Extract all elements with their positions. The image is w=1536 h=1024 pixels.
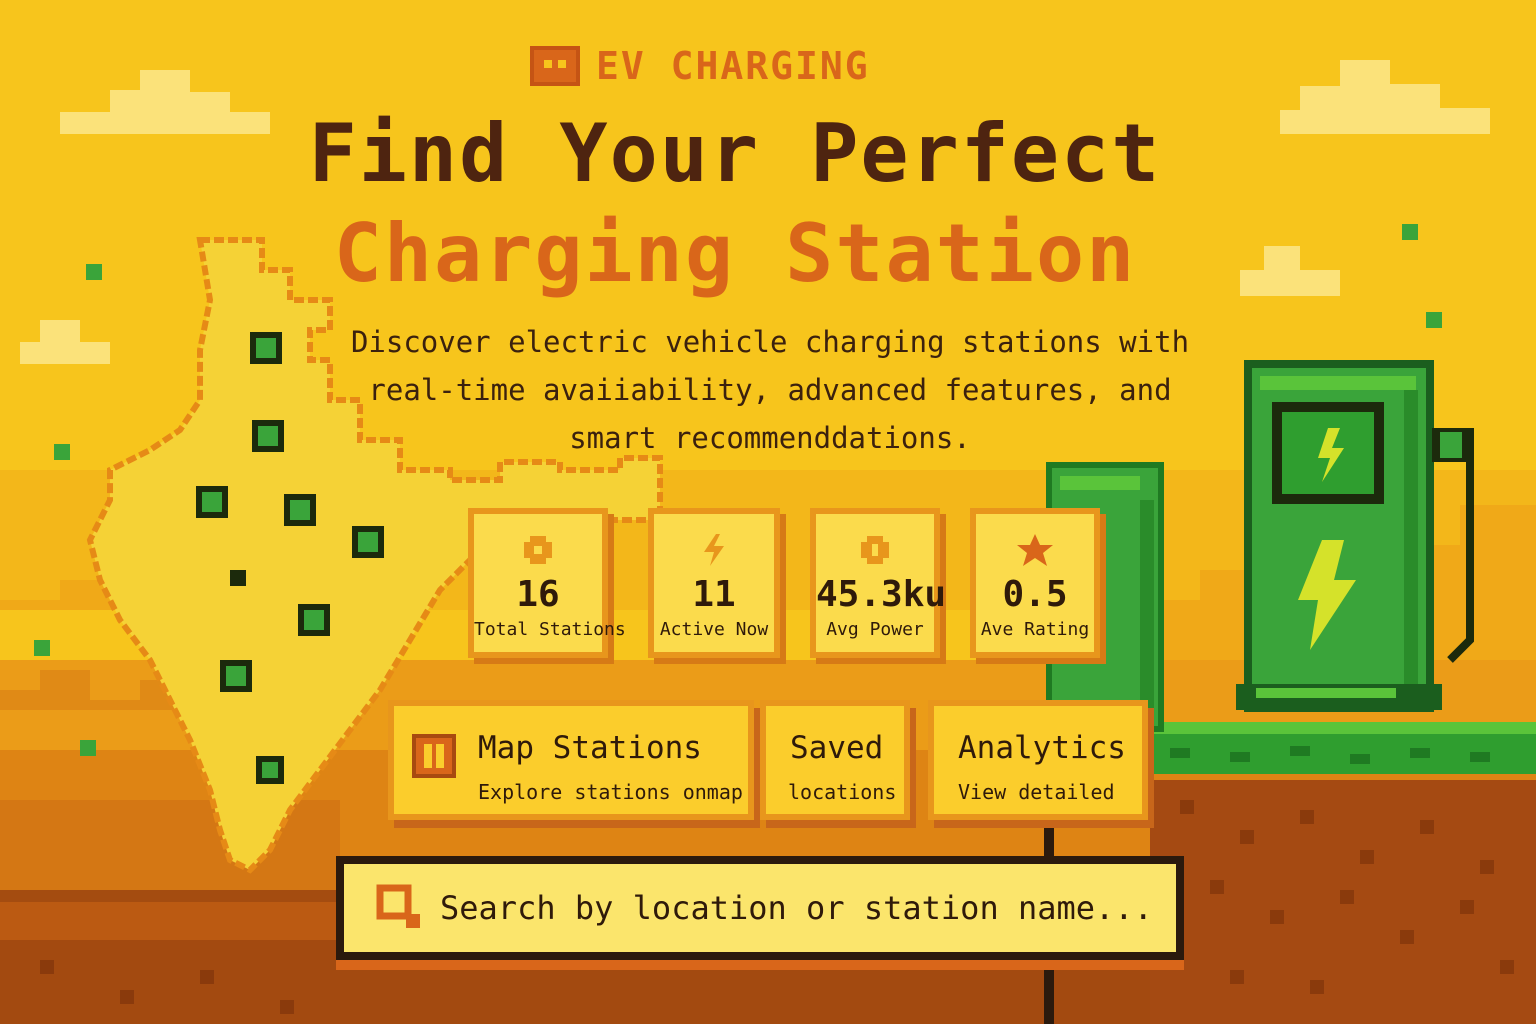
search-bar[interactable] <box>336 856 1184 960</box>
search-icon <box>376 884 420 928</box>
stat-card-total-stations: 16 Total Stations <box>468 508 626 658</box>
stat-value: 11 <box>692 574 736 615</box>
search-input[interactable] <box>440 878 1176 938</box>
feature-desc: locations <box>788 780 897 804</box>
robot-head-icon <box>530 46 580 86</box>
map-stations-button[interactable]: Map Stations Explore stations onmap <box>388 700 754 820</box>
feature-desc: View detailed <box>958 780 1115 804</box>
hero-subtitle: Discover electric vehicle charging stati… <box>350 325 1190 455</box>
feature-title: Map Stations <box>478 730 702 766</box>
stat-value: 16 <box>516 574 560 615</box>
stat-value: 0.5 <box>1002 574 1068 615</box>
page-title: Find Your Perfect <box>308 107 1162 200</box>
analytics-button[interactable]: Analytics View detailed <box>928 700 1148 820</box>
brand[interactable]: EV CHARGING <box>530 44 870 88</box>
stat-label: Avg Power <box>826 619 924 640</box>
stat-card-avg-power: 45.3ku Avg Power <box>810 508 947 658</box>
stat-label: Active Now <box>659 619 769 640</box>
stat-card-avg-rating: 0.5 Ave Rating <box>970 508 1100 658</box>
gear-icon <box>524 536 552 564</box>
stat-label: Total Stations <box>474 619 626 640</box>
star-icon <box>1017 534 1053 566</box>
power-icon <box>861 536 889 564</box>
stat-card-active-now: 11 Active Now <box>648 508 780 658</box>
map-icon <box>412 734 456 778</box>
feature-title: Analytics <box>958 730 1126 766</box>
brand-name: EV CHARGING <box>596 44 870 88</box>
feature-desc: Explore stations onmap <box>478 780 743 804</box>
stat-label: Ave Rating <box>980 619 1090 640</box>
page-title-accent: Charging Station <box>333 207 1137 300</box>
lightning-icon <box>704 534 724 566</box>
feature-title: Saved <box>790 730 884 766</box>
saved-locations-button[interactable]: Saved locations <box>760 700 910 820</box>
charging-station-icon <box>1236 360 1474 712</box>
stat-value: 45.3ku <box>816 574 947 615</box>
hero-scene: EV CHARGING Find Your Perfect Charging S… <box>0 0 1536 1024</box>
